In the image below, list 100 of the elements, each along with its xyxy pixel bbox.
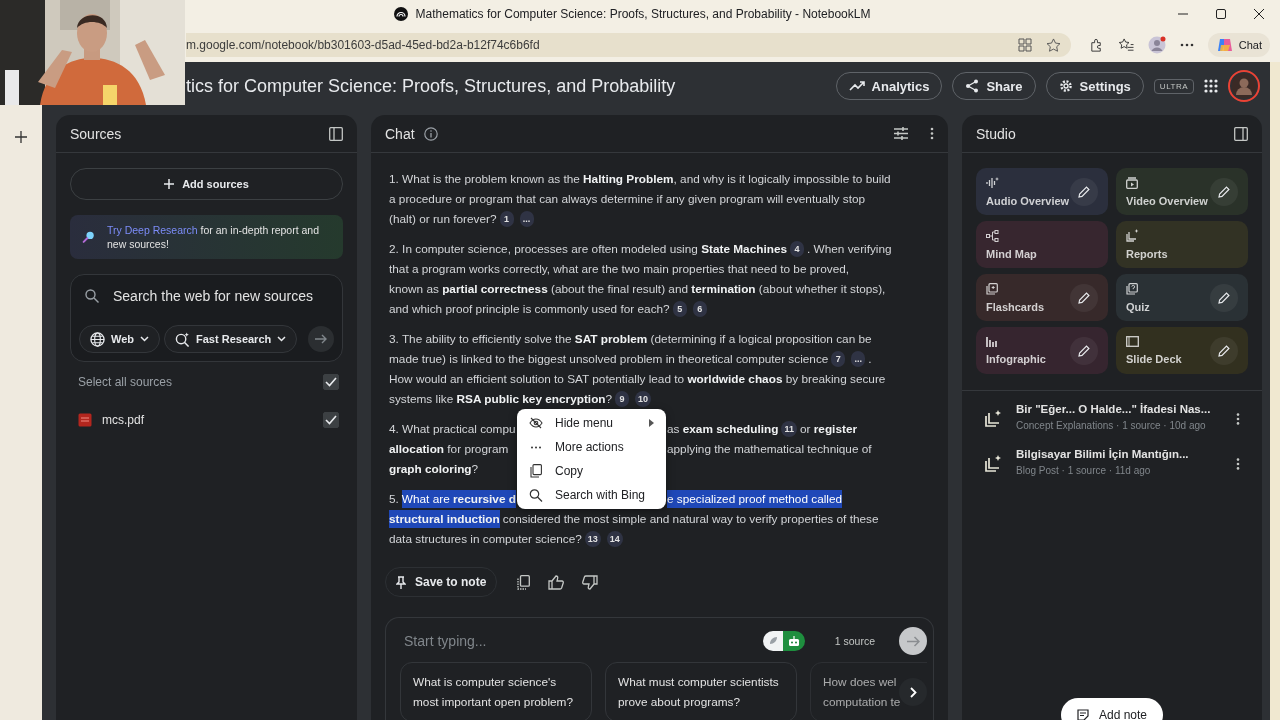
- citation-chip[interactable]: 10: [635, 391, 652, 407]
- studio-tile[interactable]: Video Overview: [1116, 168, 1248, 215]
- waveform-icon: [986, 176, 999, 189]
- copy-icon: [529, 464, 543, 478]
- edit-button[interactable]: [1210, 336, 1238, 365]
- edit-button[interactable]: [1210, 283, 1238, 312]
- citation-chip[interactable]: 1: [499, 211, 514, 227]
- panel-title: Chat: [385, 125, 415, 142]
- arrow-right-icon: [315, 334, 327, 344]
- deep-research-link[interactable]: Try Deep Research: [106, 224, 198, 236]
- close-icon[interactable]: [1254, 9, 1264, 19]
- cards-icon: [986, 282, 998, 295]
- menu-item[interactable]: Search with Bing: [517, 483, 666, 507]
- kebab-menu-icon[interactable]: [1236, 457, 1240, 470]
- favorites-icon[interactable]: [1117, 37, 1134, 53]
- menu-item[interactable]: Copy: [517, 459, 666, 483]
- question-text: e specialized proof method called: [667, 489, 843, 509]
- kebab-menu-icon[interactable]: [1236, 412, 1240, 425]
- plus-icon: [164, 179, 175, 189]
- plus-icon[interactable]: [15, 131, 27, 143]
- citation-chip[interactable]: 5: [672, 301, 687, 317]
- edit-button[interactable]: [1070, 336, 1098, 365]
- citation-chip[interactable]: 13: [584, 531, 601, 547]
- share-button[interactable]: Share: [952, 72, 1036, 100]
- thumbs-up-icon[interactable]: [548, 574, 565, 590]
- studio-tile[interactable]: Audio Overview: [976, 168, 1108, 215]
- banner-text: Try Deep Research for an in-depth report and new sources!: [106, 223, 321, 251]
- kebab-menu-icon[interactable]: [930, 127, 934, 140]
- save-to-note-button[interactable]: Save to note: [385, 567, 498, 597]
- edit-button[interactable]: [1070, 283, 1098, 312]
- trend-icon: [848, 80, 865, 92]
- citation-chip[interactable]: 6: [692, 301, 707, 317]
- checkbox[interactable]: [323, 412, 339, 428]
- question-text: 1. What is the problem known as the Halting Problem, and why is it logically impossible to build: [389, 171, 891, 188]
- star-icon[interactable]: [1045, 37, 1061, 53]
- deep-research-banner[interactable]: Try Deep Research for an in-depth report and new sources!: [70, 215, 343, 259]
- edit-button[interactable]: [1210, 177, 1238, 206]
- edit-button[interactable]: [1070, 177, 1098, 206]
- panel-title: Studio: [976, 125, 1016, 142]
- add-note-button[interactable]: Add note: [1060, 698, 1163, 720]
- studio-tile[interactable]: Infographic: [976, 327, 1108, 374]
- notebook-title: tics for Computer Science: Proofs, Structures, and Probability: [186, 75, 676, 97]
- pencil-icon: [1218, 291, 1230, 304]
- citation-chip[interactable]: 7: [831, 351, 846, 367]
- account-avatar-icon[interactable]: [1228, 70, 1260, 102]
- citation-chip[interactable]: ...: [519, 211, 534, 227]
- maximize-icon[interactable]: [1216, 9, 1226, 19]
- question-text: a procedure or program that can always determine if any given program will eventually stop: [389, 191, 866, 208]
- message-field[interactable]: Start typing...: [400, 633, 753, 649]
- studio-tile[interactable]: Reports: [1116, 221, 1248, 268]
- note-title[interactable]: Bilgisayar Bilimi İçin Mantığın...: [1016, 448, 1222, 460]
- web-dropdown[interactable]: Web: [79, 325, 161, 353]
- source-name[interactable]: mcs.pdf: [102, 413, 313, 427]
- search-icon: [529, 488, 543, 502]
- menu-item[interactable]: More actions: [517, 435, 666, 459]
- citation-chip[interactable]: 14: [606, 531, 623, 547]
- citation-chip[interactable]: ...: [851, 351, 866, 367]
- chat-button[interactable]: Chat: [1207, 33, 1270, 57]
- globe-icon: [90, 331, 105, 347]
- tune-icon[interactable]: [894, 127, 908, 140]
- suggested-question[interactable]: What must computer scientists prove about programs?: [605, 662, 797, 720]
- panel-toggle-icon[interactable]: [329, 126, 343, 141]
- info-icon[interactable]: [423, 126, 438, 141]
- mode-toggle[interactable]: [762, 631, 805, 651]
- thumbs-down-icon[interactable]: [582, 574, 599, 590]
- submit-button[interactable]: [308, 326, 334, 352]
- search-field[interactable]: Search the web for new sources: [113, 285, 328, 307]
- arrow-right-icon: [906, 635, 920, 647]
- question-text: that a program works correctly, what are the two main properties that need to be proved,: [389, 261, 850, 278]
- suggested-question[interactable]: What is computer science's most important open problem?: [400, 662, 592, 720]
- address-field[interactable]: m.google.com/notebook/bb301603-d5ad-45ed-bd2a-b12f74c6b6fd: [186, 33, 1071, 57]
- more-icon[interactable]: [1179, 43, 1194, 47]
- panel-toggle-icon[interactable]: [1234, 126, 1248, 141]
- profile-avatar-icon[interactable]: [1147, 36, 1166, 54]
- copy-icon[interactable]: [517, 574, 531, 590]
- studio-tile[interactable]: Flashcards: [976, 274, 1108, 321]
- send-button[interactable]: [899, 627, 927, 655]
- citation-chip[interactable]: 4: [790, 241, 805, 257]
- citation-chip[interactable]: 11: [781, 421, 797, 437]
- citation-chip[interactable]: 9: [615, 391, 630, 407]
- grid-icon[interactable]: [1017, 38, 1032, 52]
- question-text: data structures in computer science? 13 14: [389, 529, 626, 549]
- analytics-button[interactable]: Analytics: [835, 72, 943, 100]
- studio-tile[interactable]: Quiz: [1116, 274, 1248, 321]
- checkbox[interactable]: [323, 374, 339, 390]
- studio-tile[interactable]: Mind Map: [976, 221, 1108, 268]
- note-title[interactable]: Bir "Eğer... O Halde..." İfadesi Nas...: [1016, 403, 1222, 415]
- report-icon: [1126, 229, 1139, 242]
- question-text: allocation for program: [389, 441, 509, 458]
- menu-item[interactable]: Hide menu: [517, 411, 666, 435]
- research-dropdown[interactable]: Fast Research: [164, 325, 298, 353]
- apps-grid-icon[interactable]: [1204, 79, 1218, 93]
- suggested-question[interactable]: How does wel computation te: [810, 662, 927, 720]
- studio-tile[interactable]: Slide Deck: [1116, 327, 1248, 374]
- settings-button[interactable]: Settings: [1045, 72, 1144, 100]
- puzzle-icon[interactable]: [1088, 37, 1104, 53]
- note-meta: Blog Post · 1 source · 11d ago: [1016, 464, 1152, 478]
- pencil-icon: [1218, 344, 1230, 357]
- feather-icon: [767, 635, 779, 647]
- question-text: 5. What are recursive d: [389, 489, 516, 509]
